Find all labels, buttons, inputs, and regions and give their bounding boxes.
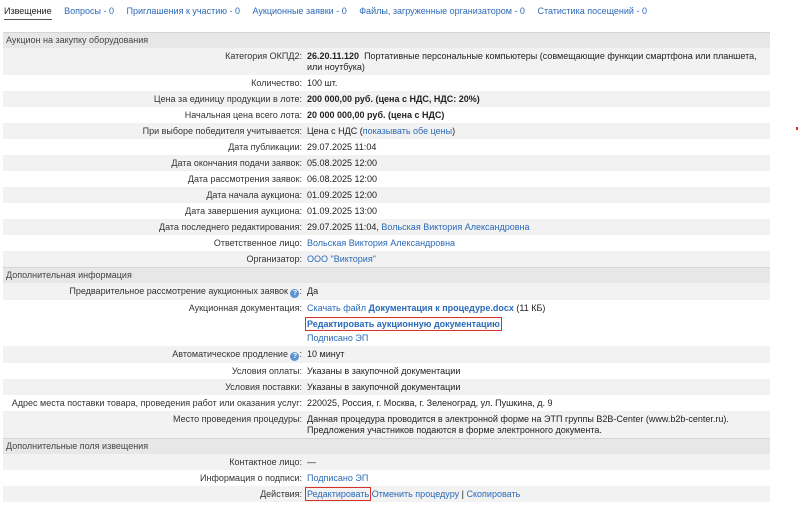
row-okpd: Категория ОКПД2: 26.20.11.120 Портативны…: [3, 48, 770, 75]
winner-criteria-label: При выборе победителя учитывается:: [142, 126, 302, 136]
row-unit-price: Цена за единицу продукции в лоте: 200 00…: [3, 91, 770, 107]
download-file-link[interactable]: Скачать файл: [307, 303, 366, 313]
tab-questions[interactable]: Вопросы - 0: [64, 5, 114, 17]
auction-docs-label: Аукционная документация:: [188, 303, 302, 313]
row-auto-extension: Автоматическое продление ?: 10 минут: [3, 346, 770, 363]
responsible-person-link[interactable]: Вольская Виктория Александровна: [307, 238, 455, 248]
section-title-auction: Аукцион на закупку оборудования: [3, 32, 770, 48]
edit-procedure-link[interactable]: Редактировать: [304, 487, 372, 501]
review-date-label: Дата рассмотрения заявок:: [187, 174, 302, 184]
docs-file-size: (11 КБ): [516, 303, 546, 313]
tab-invitations[interactable]: Приглашения к участию - 0: [127, 5, 240, 17]
contact-label: Контактное лицо:: [229, 457, 302, 467]
row-procedure-place: Место проведения процедуры: Данная проце…: [3, 411, 770, 438]
winner-criteria-value: Цена с НДС (: [307, 126, 363, 136]
signature-link[interactable]: Подписано ЭП: [307, 473, 368, 483]
start-price-value: 20 000 000,00 руб. (цена с НДС): [307, 110, 445, 120]
unit-price-label: Цена за единицу продукции в лоте:: [153, 94, 302, 104]
delivery-address-label: Адрес места поставки товара, проведения …: [11, 398, 302, 408]
row-review-date: Дата рассмотрения заявок: 06.08.2025 12:…: [3, 171, 770, 187]
organizer-link[interactable]: ООО "Виктория": [307, 254, 376, 264]
auto-extension-value: 10 минут: [307, 349, 345, 359]
actions-separator: |: [461, 489, 464, 499]
row-contact: Контактное лицо: —: [3, 454, 770, 470]
row-winner-criteria: При выборе победителя учитывается: Цена …: [3, 123, 770, 139]
row-auction-start: Дата начала аукциона: 01.09.2025 12:00: [3, 187, 770, 203]
row-payment-terms: Условия оплаты: Указаны в закупочной док…: [3, 363, 770, 379]
row-publication-date: Дата публикации: 29.07.2025 11:04: [3, 139, 770, 155]
payment-terms-value: Указаны в закупочной документации: [307, 366, 461, 376]
row-signature-info: Информация о подписи: Подписано ЭП: [3, 470, 770, 486]
prelim-review-label: Предварительное рассмотрение аукционных …: [69, 286, 288, 296]
docs-signed-link[interactable]: Подписано ЭП: [307, 333, 368, 343]
row-organizer: Организатор: ООО "Виктория": [3, 251, 770, 267]
row-delivery-address: Адрес места поставки товара, проведения …: [3, 395, 770, 411]
edge-marker: [796, 127, 798, 130]
row-last-edit: Дата последнего редактирования: 29.07.20…: [3, 219, 770, 235]
delivery-address-value: 220025, Россия, г. Москва, г. Зеленоград…: [307, 398, 553, 408]
help-icon[interactable]: ?: [290, 352, 300, 361]
section-title-extra-fields: Дополнительные поля извещения: [3, 438, 770, 454]
edit-auction-docs-link[interactable]: Редактировать аукционную документацию: [305, 317, 502, 331]
row-quantity: Количество: 100 шт.: [3, 75, 770, 91]
deadline-value: 05.08.2025 12:00: [307, 158, 378, 168]
quantity-label: Количество:: [251, 78, 302, 88]
tab-notice[interactable]: Извещение: [4, 5, 52, 20]
row-start-price: Начальная цена всего лота: 20 000 000,00…: [3, 107, 770, 123]
signature-info-label: Информация о подписи:: [200, 473, 302, 483]
winner-criteria-close: ): [452, 126, 456, 136]
procedure-place-line2: Предложения участников подаются в форме …: [307, 425, 602, 435]
okpd-label: Категория ОКПД2:: [225, 51, 302, 61]
procedure-place-line1: Данная процедура проводится в электронно…: [307, 414, 729, 424]
quantity-value: 100 шт.: [307, 78, 338, 88]
okpd-text: Портативные персональные компьютеры (сов…: [307, 51, 757, 72]
responsible-label: Ответственное лицо:: [213, 238, 302, 248]
docs-file-link[interactable]: Документация к процедуре.docx: [368, 303, 513, 313]
auction-end-label: Дата завершения аукциона:: [185, 206, 302, 216]
procedure-place-label: Место проведения процедуры:: [172, 414, 302, 424]
copy-procedure-link[interactable]: Скопировать: [467, 489, 521, 499]
last-edit-label: Дата последнего редактирования:: [158, 222, 302, 232]
auction-start-value: 01.09.2025 12:00: [307, 190, 378, 200]
auto-extension-label: Автоматическое продление: [172, 349, 288, 359]
row-deadline: Дата окончания подачи заявок: 05.08.2025…: [3, 155, 770, 171]
delivery-terms-value: Указаны в закупочной документации: [307, 382, 461, 392]
auction-start-label: Дата начала аукциона:: [206, 190, 302, 200]
row-auction-docs: Аукционная документация: Скачать файл До…: [3, 300, 770, 346]
docs-file-name: Документация к процедуре.docx: [368, 303, 514, 313]
delivery-terms-label: Условия поставки:: [225, 382, 302, 392]
auction-details-panel: Аукцион на закупку оборудования Категори…: [3, 32, 770, 502]
contact-value: —: [307, 457, 316, 467]
unit-price-value: 200 000,00 руб. (цена с НДС, НДС: 20%): [307, 94, 480, 104]
edit-auction-docs-label: Редактировать аукционную документацию: [307, 319, 500, 329]
section-title-additional: Дополнительная информация: [3, 267, 770, 283]
start-price-label: Начальная цена всего лота:: [184, 110, 302, 120]
help-icon[interactable]: ?: [290, 289, 300, 298]
payment-terms-label: Условия оплаты:: [231, 366, 302, 376]
tab-bar: Извещение Вопросы - 0 Приглашения к учас…: [4, 5, 657, 21]
prelim-review-value: Да: [307, 286, 319, 296]
row-actions: Действия: Редактировать Отменить процеду…: [3, 486, 770, 502]
last-edit-person-link[interactable]: Вольская Виктория Александровна: [381, 222, 529, 232]
review-date-value: 06.08.2025 12:00: [307, 174, 378, 184]
row-delivery-terms: Условия поставки: Указаны в закупочной д…: [3, 379, 770, 395]
tab-organizer-files[interactable]: Файлы, загруженные организатором - 0: [359, 5, 525, 17]
actions-label: Действия:: [260, 489, 302, 499]
auction-end-value: 01.09.2025 13:00: [307, 206, 378, 216]
okpd-code: 26.20.11.120: [307, 51, 360, 61]
cancel-procedure-link[interactable]: Отменить процедуру: [372, 489, 459, 499]
tab-auction-bids[interactable]: Аукционные заявки - 0: [253, 5, 347, 17]
show-both-prices-link[interactable]: показывать обе цены: [363, 126, 452, 136]
row-responsible: Ответственное лицо: Вольская Виктория Ал…: [3, 235, 770, 251]
last-edit-value: 29.07.2025 11:04,: [307, 222, 379, 232]
organizer-label: Организатор:: [246, 254, 302, 264]
tab-visit-stats[interactable]: Статистика посещений - 0: [537, 5, 647, 17]
publication-date-value: 29.07.2025 11:04: [307, 142, 377, 152]
publication-date-label: Дата публикации:: [228, 142, 302, 152]
row-auction-end: Дата завершения аукциона: 01.09.2025 13:…: [3, 203, 770, 219]
deadline-label: Дата окончания подачи заявок:: [171, 158, 302, 168]
row-prelim-review: Предварительное рассмотрение аукционных …: [3, 283, 770, 300]
